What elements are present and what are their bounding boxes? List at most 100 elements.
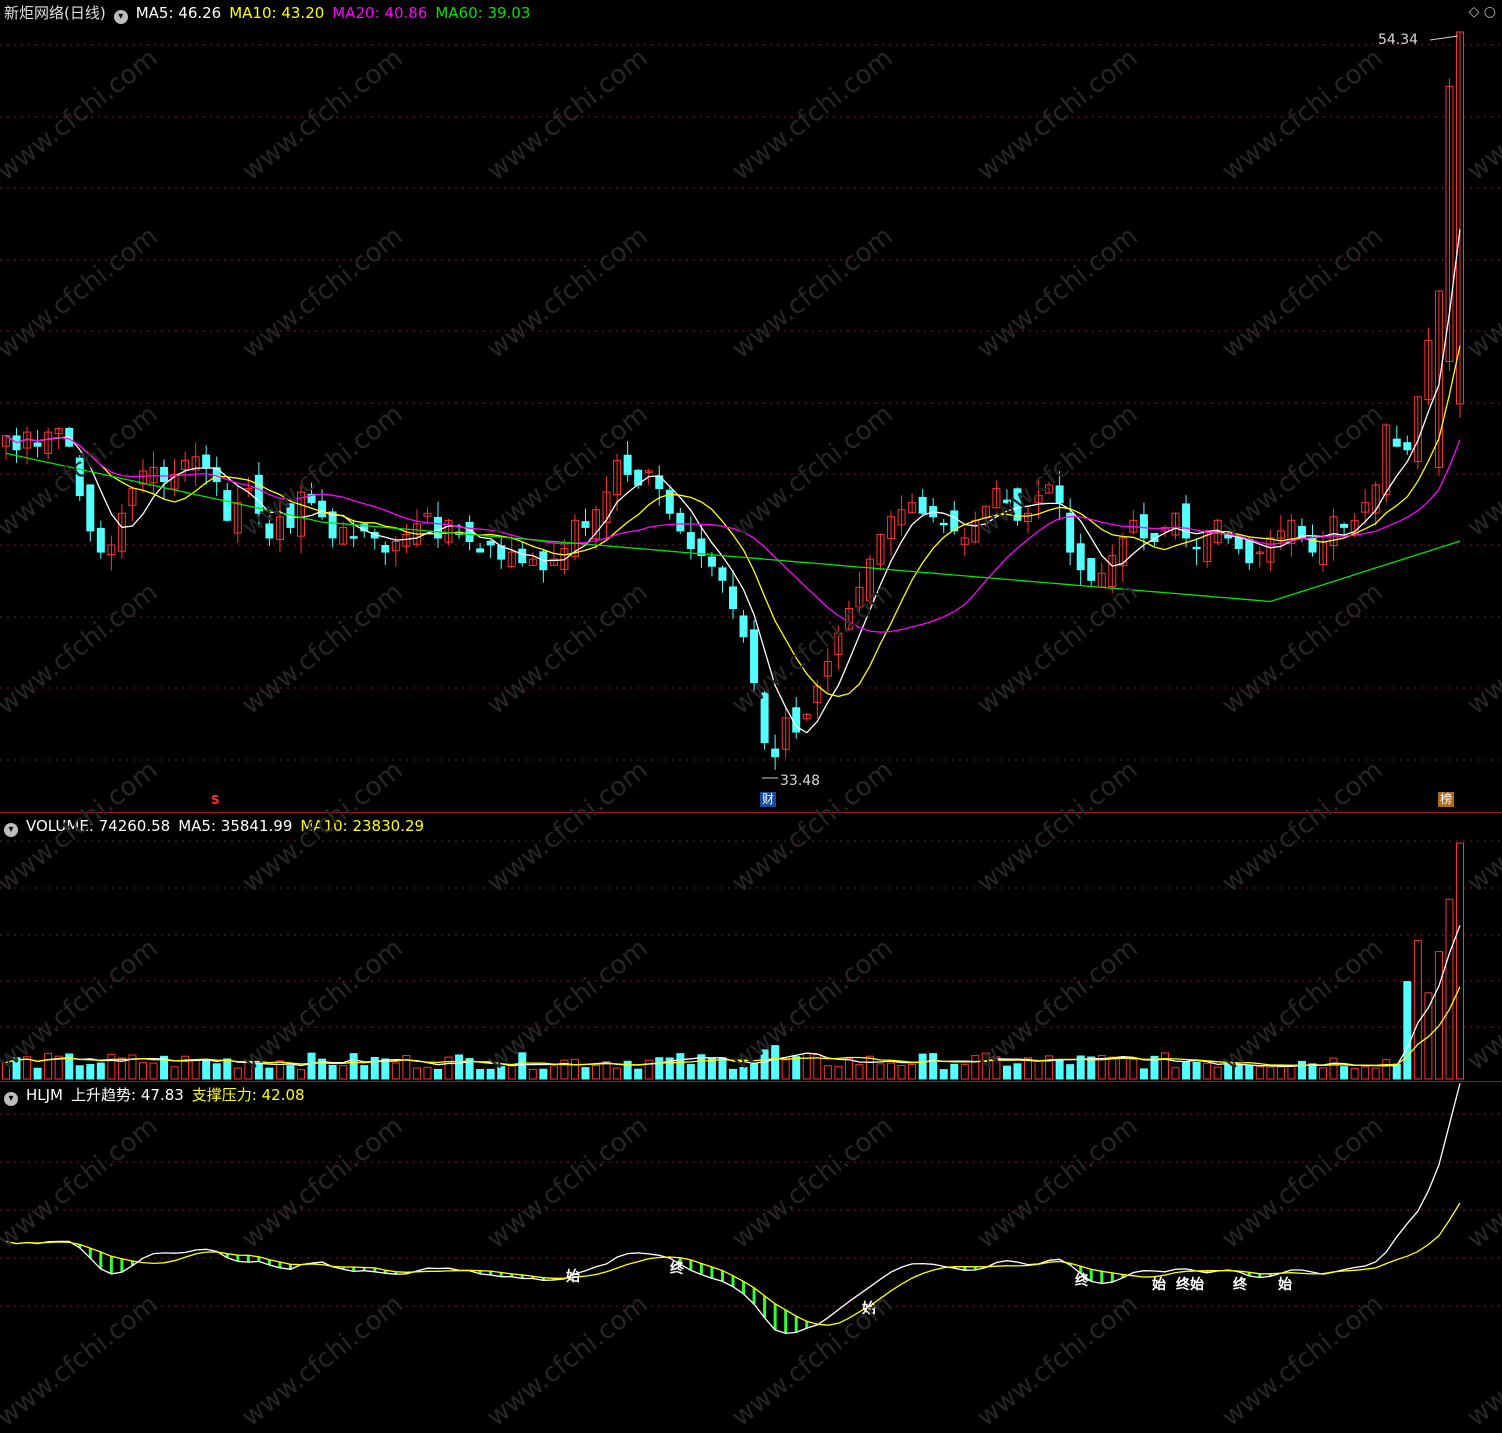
- volume-bar: [887, 1062, 896, 1080]
- volume-bar: [402, 1054, 411, 1080]
- candle-body: [1245, 538, 1254, 564]
- volume-bar: [570, 1058, 579, 1080]
- candle-body: [33, 442, 42, 447]
- volume-bar: [444, 1056, 453, 1080]
- volume-bar: [950, 1063, 959, 1080]
- stock-title: 新炬网络(日线): [4, 4, 106, 22]
- ma5-value: MA5: 46.26: [135, 4, 222, 22]
- candle-body: [1403, 442, 1412, 451]
- candle-body: [1002, 499, 1011, 504]
- end-start-marker: 终始: [1176, 1277, 1204, 1293]
- volume-bar: [1066, 1064, 1075, 1080]
- volume-bar: [1287, 1064, 1296, 1080]
- volume-bar: [223, 1058, 232, 1080]
- panel-settings-icon[interactable]: ◇ ○: [1469, 4, 1496, 20]
- volume-bar: [929, 1053, 938, 1080]
- volume-bar: [855, 1064, 864, 1080]
- main-header: 新炬网络(日线) ▾ MA5: 46.26 MA10: 43.20 MA20: 40.8…: [4, 4, 538, 24]
- volume-bar: [328, 1064, 337, 1080]
- volume-bar: [865, 1055, 874, 1080]
- indicator-panel[interactable]: ▾ HLJM 上升趋势: 47.83 支撑压力: 42.08 始 终 始 终 始 终始…: [0, 1082, 1502, 1357]
- volume-ma5: MA5: 35841.99: [178, 817, 293, 835]
- candle-body: [433, 516, 442, 539]
- volume-bar: [2, 1061, 10, 1080]
- volume-bar: [823, 1065, 832, 1080]
- volume-bar: [528, 1068, 537, 1080]
- candle-body: [265, 523, 274, 539]
- candle-body: [1087, 558, 1096, 581]
- volume-bar: [1329, 1057, 1338, 1080]
- candle-body: [1392, 438, 1401, 447]
- end-marker: 终: [670, 1261, 684, 1277]
- finance-tag[interactable]: 财: [760, 792, 777, 807]
- volume-bar: [676, 1053, 685, 1080]
- candle-body: [729, 586, 737, 610]
- volume-bar: [592, 1064, 601, 1080]
- indicator-chart[interactable]: [0, 1082, 1502, 1357]
- candle-body: [96, 527, 105, 553]
- candle-body: [1055, 485, 1064, 504]
- volume-bar: [1361, 1066, 1370, 1080]
- volume-bar: [86, 1064, 95, 1080]
- volume-bar: [307, 1052, 316, 1080]
- volume-bar: [1213, 1066, 1222, 1080]
- volume-bar: [1192, 1061, 1201, 1080]
- collapse-icon[interactable]: ▾: [4, 823, 18, 837]
- volume-bar: [75, 1065, 84, 1080]
- volume-bar: [644, 1059, 653, 1080]
- volume-bar: [1203, 1062, 1212, 1080]
- volume-bar: [655, 1057, 664, 1080]
- volume-chart[interactable]: [0, 813, 1502, 1081]
- candlestick-chart[interactable]: [0, 0, 1502, 812]
- candle-body: [75, 457, 84, 497]
- candle-body: [750, 629, 759, 684]
- volume-bar: [549, 1065, 558, 1080]
- low-price-label: 33.48: [780, 773, 821, 789]
- volume-bar: [497, 1066, 506, 1080]
- ranking-tag[interactable]: 榜: [1438, 792, 1455, 807]
- volume-header: ▾ VOLUME: 74260.58 MA5: 35841.99 MA10: 2383…: [4, 817, 432, 837]
- volume-bar: [1371, 1067, 1380, 1080]
- volume-ma10: MA10: 23830.29: [300, 817, 425, 835]
- collapse-icon[interactable]: ▾: [113, 10, 128, 24]
- support-value: 支撑压力: 42.08: [191, 1086, 305, 1104]
- main-kline-panel[interactable]: 新炬网络(日线) ▾ MA5: 46.26 MA10: 43.20 MA20: 40.8…: [0, 0, 1502, 812]
- volume-bar: [244, 1061, 253, 1080]
- volume-bar: [275, 1060, 284, 1080]
- collapse-icon[interactable]: ▾: [4, 1092, 18, 1106]
- s-marker: S: [211, 793, 220, 807]
- volume-bar: [908, 1063, 917, 1080]
- trend-value: 上升趋势: 47.83: [71, 1086, 184, 1104]
- volume-bar: [360, 1065, 369, 1080]
- start-marker: 始: [566, 1269, 580, 1285]
- candle-body: [771, 748, 780, 758]
- volume-bar: [1319, 1067, 1328, 1080]
- volume-bar: [781, 1059, 790, 1080]
- volume-bar: [391, 1062, 400, 1080]
- volume-bar: [1171, 1067, 1180, 1080]
- volume-panel[interactable]: ▾ VOLUME: 74260.58 MA5: 35841.99 MA10: 2383…: [0, 813, 1502, 1081]
- candle-body: [623, 454, 632, 475]
- volume-bar: [339, 1065, 348, 1080]
- volume-bar: [1245, 1065, 1254, 1080]
- volume-bar: [960, 1063, 969, 1080]
- volume-bar: [750, 1063, 759, 1080]
- volume-bar: [634, 1068, 643, 1080]
- candle-body: [581, 521, 590, 528]
- indicator-name: HLJM: [26, 1086, 64, 1104]
- volume-bar: [1013, 1063, 1022, 1080]
- volume-bar: [971, 1055, 980, 1080]
- indicator-header: ▾ HLJM 上升趋势: 47.83 支撑压力: 42.08: [4, 1086, 313, 1106]
- volume-bar: [265, 1067, 274, 1080]
- volume-bar: [518, 1052, 527, 1080]
- support-line: [5, 1202, 1461, 1326]
- volume-bar: [1182, 1061, 1191, 1080]
- volume-bar: [1297, 1060, 1306, 1080]
- volume-bar: [1413, 939, 1422, 1080]
- candle-body: [381, 545, 390, 553]
- volume-bar: [1160, 1052, 1169, 1080]
- volume-bar: [707, 1057, 716, 1080]
- volume-bar: [1350, 1067, 1359, 1080]
- volume-bar: [1118, 1057, 1127, 1080]
- candle-body: [486, 540, 495, 546]
